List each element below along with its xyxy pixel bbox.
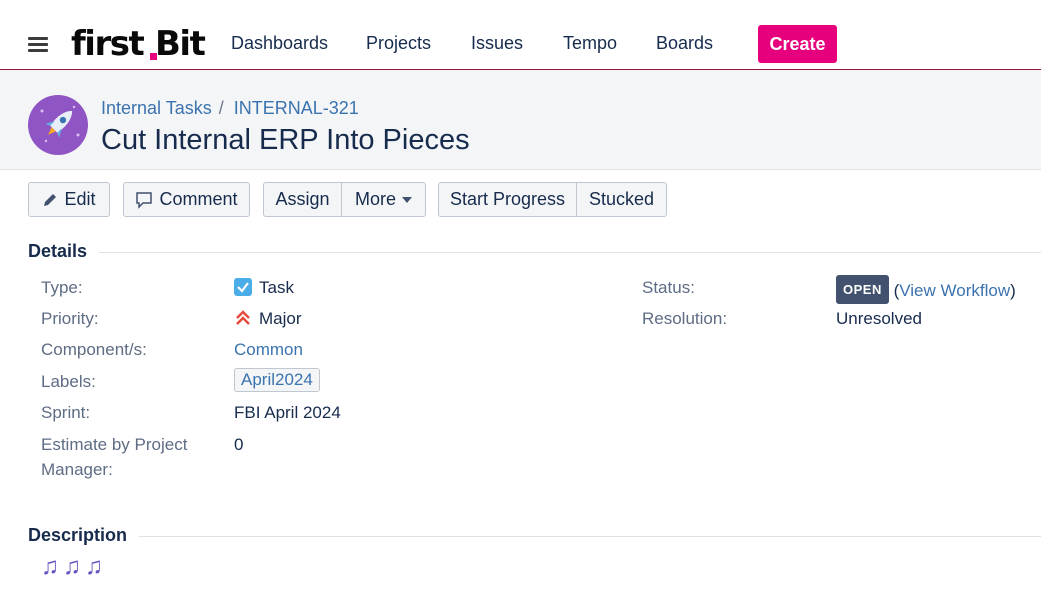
comment-button-label: Comment <box>159 189 238 209</box>
nav-issues[interactable]: Issues <box>471 33 523 54</box>
assign-button[interactable]: Assign <box>263 182 342 217</box>
view-workflow-close-paren: ) <box>1010 281 1016 300</box>
resolution-value: Unresolved <box>836 309 922 328</box>
label-tag[interactable]: April2024 <box>234 368 320 392</box>
status-badge: OPEN <box>836 275 889 304</box>
sprint-label: Sprint: <box>41 403 91 422</box>
start-progress-button[interactable]: Start Progress <box>438 182 577 217</box>
view-workflow-link[interactable]: View Workflow <box>899 281 1010 300</box>
type-value-text: Task <box>259 278 294 297</box>
priority-value-text: Major <box>259 309 302 328</box>
more-button[interactable]: More <box>342 182 426 217</box>
details-divider <box>28 252 1041 253</box>
stucked-button[interactable]: Stucked <box>577 182 667 217</box>
description-heading: Description <box>28 525 140 546</box>
nav-dashboards[interactable]: Dashboards <box>231 33 328 54</box>
estimate-value: 0 <box>234 435 244 454</box>
task-checkbox-icon <box>234 278 252 296</box>
priority-value: Major <box>234 306 302 331</box>
firstbit-logo[interactable]: first Bit <box>71 24 207 64</box>
comment-button[interactable]: Comment <box>123 182 250 217</box>
priority-major-icon <box>236 310 250 325</box>
chevron-down-icon <box>402 196 412 203</box>
labels-label: Labels: <box>41 372 96 391</box>
type-value: Task <box>234 275 294 300</box>
comment-icon <box>136 191 153 209</box>
description-content-music-notes[interactable]: ♫♫♫ <box>41 552 107 582</box>
component-link[interactable]: Common <box>234 337 303 362</box>
menu-icon[interactable] <box>28 37 48 52</box>
nav-projects[interactable]: Projects <box>366 33 431 54</box>
status-value: OPEN (View Workflow) <box>836 275 1016 304</box>
issue-header: Internal Tasks / INTERNAL-321 Cut Internal… <box>0 70 1041 170</box>
svg-text:first: first <box>71 24 144 64</box>
project-avatar-rocket-icon[interactable] <box>28 95 88 155</box>
estimate-label: Estimate by Project Manager: <box>41 432 187 482</box>
nav-boards[interactable]: Boards <box>656 33 713 54</box>
more-button-label: More <box>354 189 396 209</box>
top-navigation: first Bit Dashboards Projects Issues Tem… <box>0 0 1041 70</box>
resolution-label: Resolution: <box>642 309 728 328</box>
edit-button[interactable]: Edit <box>28 182 110 217</box>
description-divider <box>28 536 1041 537</box>
components-label: Component/s: <box>41 340 147 359</box>
type-label: Type: <box>41 278 83 297</box>
details-heading: Details <box>28 241 100 262</box>
estimate-label-line1: Estimate by Project <box>41 435 188 454</box>
breadcrumb-separator: / <box>218 98 224 118</box>
issue-title[interactable]: Cut Internal ERP Into Pieces <box>101 124 470 157</box>
breadcrumb-project-link[interactable]: Internal Tasks <box>101 98 212 118</box>
breadcrumb: Internal Tasks / INTERNAL-321 <box>101 98 359 119</box>
firstbit-logo-mark: first Bit <box>71 24 207 64</box>
create-button[interactable]: Create <box>758 25 837 63</box>
pencil-icon <box>44 193 57 206</box>
sprint-value[interactable]: FBI April 2024 <box>234 400 341 425</box>
breadcrumb-issue-key-link[interactable]: INTERNAL-321 <box>234 98 359 118</box>
status-label: Status: <box>642 278 695 297</box>
svg-text:Bit: Bit <box>155 24 206 64</box>
edit-button-label: Edit <box>64 189 96 209</box>
priority-label: Priority: <box>41 309 99 328</box>
nav-tempo[interactable]: Tempo <box>563 33 617 54</box>
estimate-label-line2: Manager: <box>41 460 113 479</box>
